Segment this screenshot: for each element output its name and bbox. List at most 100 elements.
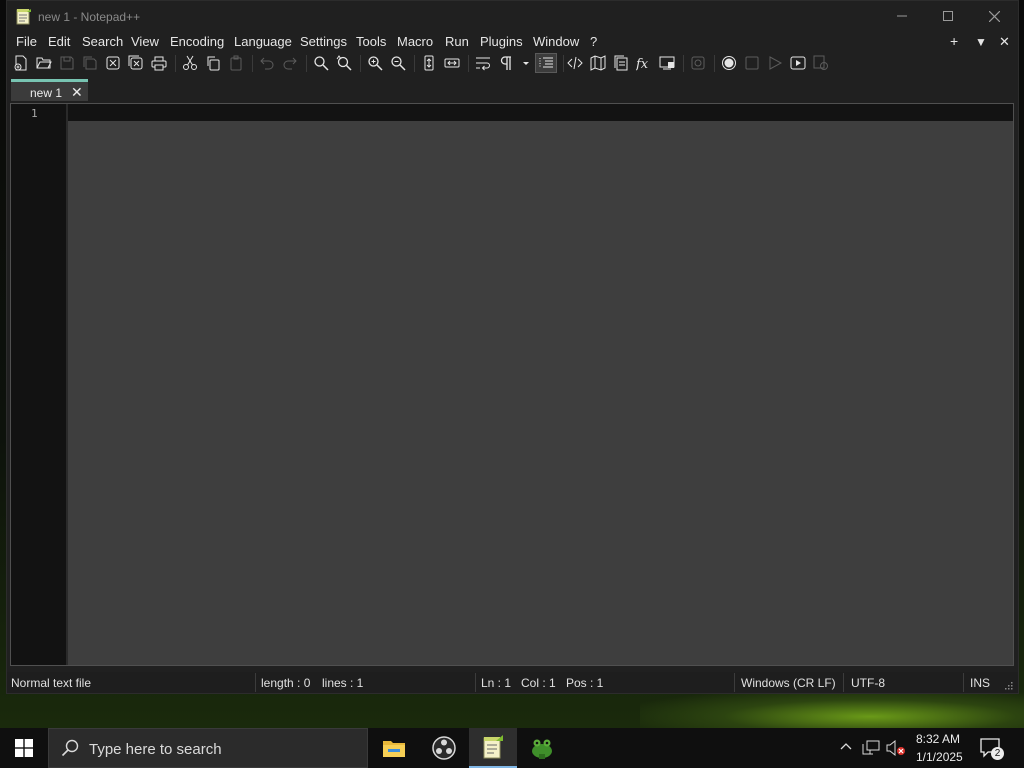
status-separator [475, 673, 476, 692]
word-wrap-icon[interactable] [474, 53, 492, 73]
open-file-icon[interactable] [35, 53, 53, 73]
taskbar: Type here to search 8:32 AM 1/1/2025 2 [0, 728, 1024, 768]
show-hidden-icons-chevron-icon[interactable] [840, 742, 852, 750]
new-file-icon[interactable] [12, 53, 30, 73]
save-icon[interactable] [58, 53, 76, 73]
clock-time[interactable]: 8:32 AM [916, 732, 960, 746]
minimize-button[interactable] [879, 1, 925, 31]
taskbar-search-box[interactable]: Type here to search [48, 728, 368, 768]
new-tab-plus-icon[interactable]: + [950, 33, 958, 49]
run-macro-multiple-icon[interactable] [789, 53, 807, 73]
menu-view[interactable]: View [131, 34, 159, 49]
menu-window[interactable]: Window [533, 34, 579, 49]
tab-new-1[interactable]: new 1 ✕ [11, 79, 88, 101]
search-icon [61, 739, 79, 757]
status-line: Ln : 1 [481, 676, 512, 690]
tab-close-icon[interactable]: ✕ [71, 84, 83, 101]
sync-horizontal-icon[interactable] [443, 53, 461, 73]
playback-icon[interactable] [766, 53, 784, 73]
toolbar-separator [306, 55, 307, 72]
function-list-icon[interactable]: fx [635, 53, 653, 73]
wallpaper-glow [640, 690, 1024, 728]
close-icon [988, 10, 1000, 22]
fold-margin[interactable] [66, 104, 68, 665]
editor-area[interactable]: 1 [10, 103, 1014, 666]
cut-icon[interactable] [181, 53, 199, 73]
print-icon[interactable] [150, 53, 168, 73]
obs-studio-icon[interactable] [420, 728, 468, 768]
folder-workspace-icon[interactable] [658, 53, 676, 73]
save-macro-icon[interactable] [812, 53, 830, 73]
show-chars-dropdown-icon[interactable] [519, 53, 533, 73]
tab-bar: new 1 ✕ [7, 78, 1018, 102]
tab-list-icon[interactable]: ▼ [975, 35, 987, 49]
stop-record-icon[interactable] [743, 53, 761, 73]
undo-icon[interactable] [258, 53, 276, 73]
udl-icon[interactable] [566, 53, 584, 73]
window-title: new 1 - Notepad++ [38, 10, 141, 24]
notification-center-button[interactable]: 2 [980, 738, 1004, 760]
title-bar[interactable]: new 1 - Notepad++ [7, 1, 1018, 31]
zoom-in-icon[interactable] [366, 53, 384, 73]
redo-icon[interactable] [281, 53, 299, 73]
notification-badge: 2 [991, 747, 1004, 760]
network-icon[interactable] [862, 740, 880, 756]
menu-encoding[interactable]: Encoding [170, 34, 224, 49]
menu-tools[interactable]: Tools [356, 34, 386, 49]
menu-file[interactable]: File [16, 34, 37, 49]
sync-vertical-icon[interactable] [420, 53, 438, 73]
menu-run[interactable]: Run [445, 34, 469, 49]
clock-date[interactable]: 1/1/2025 [916, 750, 963, 764]
search-placeholder: Type here to search [89, 741, 222, 758]
close-all-icon[interactable] [127, 53, 145, 73]
toolbar-separator [714, 55, 715, 72]
zoom-out-icon[interactable] [389, 53, 407, 73]
menu-settings[interactable]: Settings [300, 34, 347, 49]
notepad-plus-plus-window: new 1 - Notepad++ File Edit Search View … [6, 0, 1019, 694]
status-position: Pos : 1 [566, 676, 604, 690]
copy-icon[interactable] [204, 53, 222, 73]
record-macro-icon[interactable] [720, 53, 738, 73]
toolbar: fx [7, 53, 1018, 75]
menu-macro[interactable]: Macro [397, 34, 433, 49]
find-icon[interactable] [312, 53, 330, 73]
current-line-highlight[interactable] [68, 104, 1013, 121]
menu-plugins[interactable]: Plugins [480, 34, 523, 49]
status-separator [734, 673, 735, 692]
status-file-type: Normal text file [11, 676, 92, 690]
document-list-icon[interactable] [612, 53, 630, 73]
paste-icon[interactable] [227, 53, 245, 73]
menu-help[interactable]: ? [590, 34, 597, 49]
volume-muted-icon[interactable] [886, 740, 906, 756]
start-button[interactable] [0, 728, 48, 768]
save-all-icon[interactable] [81, 53, 99, 73]
indent-guide-icon[interactable] [535, 53, 557, 73]
notepad-plus-plus-app-icon[interactable] [16, 8, 32, 25]
notepad-plus-plus-icon[interactable] [469, 728, 517, 768]
close-doc-icon[interactable]: ✕ [999, 34, 1010, 50]
line-number-gutter: 1 [11, 104, 66, 665]
close-window-button[interactable] [971, 1, 1017, 31]
close-icon[interactable] [104, 53, 122, 73]
menu-edit[interactable]: Edit [48, 34, 70, 49]
toolbar-separator [683, 55, 684, 72]
monitoring-icon[interactable] [689, 53, 707, 73]
document-map-icon[interactable] [589, 53, 607, 73]
menu-bar: File Edit Search View Encoding Language … [7, 31, 1018, 53]
maximize-icon [943, 11, 953, 21]
replace-icon[interactable] [335, 53, 353, 73]
status-separator [843, 673, 844, 692]
frog-app-icon[interactable] [518, 728, 566, 768]
menu-search[interactable]: Search [82, 34, 123, 49]
toolbar-separator [252, 55, 253, 72]
windows-logo-icon [15, 739, 33, 757]
status-bar: Normal text file length : 0 lines : 1 Ln… [7, 672, 1018, 693]
resize-grip-icon[interactable] [1003, 680, 1013, 690]
menu-language[interactable]: Language [234, 34, 292, 49]
toolbar-separator [360, 55, 361, 72]
file-explorer-icon[interactable] [370, 728, 418, 768]
toolbar-separator [563, 55, 564, 72]
maximize-button[interactable] [925, 1, 971, 31]
toolbar-separator [468, 55, 469, 72]
show-all-chars-icon[interactable] [497, 53, 515, 73]
